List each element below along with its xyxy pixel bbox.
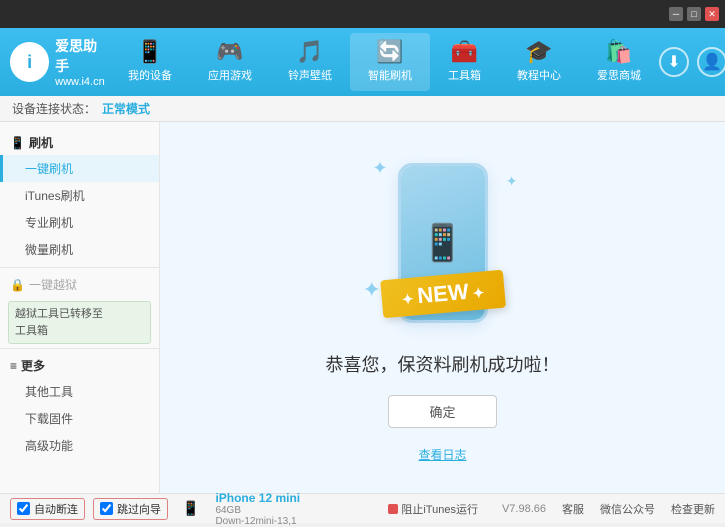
minimize-button[interactable]: ─ — [669, 7, 683, 21]
ringtones-icon: 🎵 — [296, 41, 323, 63]
success-title: 恭喜您，保资料刷机成功啦！ — [326, 351, 560, 377]
window-controls: ─ □ ✕ — [669, 7, 719, 21]
confirm-button[interactable]: 确定 — [388, 395, 496, 428]
sidebar-item-pro-flash[interactable]: 专业刷机 — [0, 209, 159, 236]
version-label: V7.98.66 — [502, 503, 546, 515]
nav-item-toolbox[interactable]: 🧰 工具箱 — [430, 33, 499, 91]
sidebar: 📱 刷机 一键刷机 iTunes刷机 专业刷机 微量刷机 🔒 一键越狱 越狱工具… — [0, 122, 160, 493]
device-os: Down-12mini-13,1 — [215, 516, 300, 527]
nav-item-tutorial[interactable]: 🎓 教程中心 — [499, 33, 579, 91]
maximize-button[interactable]: □ — [687, 7, 701, 21]
wechat-link[interactable]: 微信公众号 — [600, 501, 655, 517]
nav-item-smart-flash[interactable]: 🔄 智能刷机 — [350, 33, 430, 91]
user-button[interactable]: 👤 — [697, 47, 725, 77]
header: i 爱思助手 www.i4.cn 📱 我的设备 🎮 应用游戏 🎵 铃声壁纸 🔄 … — [0, 28, 725, 96]
tutorial-icon: 🎓 — [525, 41, 552, 63]
sidebar-divider-1 — [0, 267, 159, 268]
close-button[interactable]: ✕ — [705, 7, 719, 21]
sidebar-section-flash: 📱 刷机 — [0, 130, 159, 155]
more-icon: ≡ — [10, 359, 17, 373]
status-value: 正常模式 — [102, 100, 150, 117]
smart-flash-label: 智能刷机 — [368, 67, 412, 83]
device-phone-icon: 📱 — [182, 500, 199, 517]
logo-area: i 爱思助手 www.i4.cn — [10, 36, 110, 88]
sparkle-2: ✦ — [506, 173, 518, 190]
sidebar-section-jailbreak: 🔒 一键越狱 — [0, 272, 159, 297]
lock-icon: 🔒 — [10, 278, 25, 292]
bottom-right: 阻止iTunes运行 V7.98.66 客服 微信公众号 检查更新 — [388, 501, 715, 517]
toolbox-label: 工具箱 — [448, 67, 481, 83]
device-info: iPhone 12 mini 64GB Down-12mini-13,1 — [215, 491, 300, 527]
phone-screen-icon: 📱 — [420, 222, 465, 264]
nav-item-ringtones[interactable]: 🎵 铃声壁纸 — [270, 33, 350, 91]
my-device-icon: 📱 — [136, 41, 163, 63]
support-link[interactable]: 客服 — [562, 501, 584, 517]
sparkle-1: ✦ — [373, 158, 388, 179]
skip-wizard-checkbox[interactable] — [100, 502, 113, 515]
phone-illustration: ✦ ✦ ✦ 📱 NEW — [363, 153, 523, 333]
logo-text: 爱思助手 www.i4.cn — [55, 36, 110, 88]
auto-disconnect-label: 自动断连 — [34, 501, 78, 517]
jailbreak-note: 越狱工具已转移至工具箱 — [8, 301, 151, 344]
nav-items: 📱 我的设备 🎮 应用游戏 🎵 铃声壁纸 🔄 智能刷机 🧰 工具箱 🎓 教程中心… — [110, 33, 659, 91]
shop-icon: 🛍️ — [605, 41, 632, 63]
content-area: ✦ ✦ ✦ 📱 NEW 恭喜您，保资料刷机成功啦！ 确定 查看日志 — [160, 122, 725, 493]
tutorial-label: 教程中心 — [517, 67, 561, 83]
logo-icon: i — [10, 42, 49, 82]
flash-section-icon: 📱 — [10, 136, 25, 150]
sidebar-item-data-flash[interactable]: 微量刷机 — [0, 236, 159, 263]
nav-item-apps-games[interactable]: 🎮 应用游戏 — [190, 33, 270, 91]
apps-games-label: 应用游戏 — [208, 67, 252, 83]
itunes-stop-group: 阻止iTunes运行 — [388, 501, 478, 517]
day-link[interactable]: 查看日志 — [418, 446, 466, 463]
toolbox-icon: 🧰 — [451, 41, 478, 63]
sidebar-item-itunes-flash[interactable]: iTunes刷机 — [0, 182, 159, 209]
header-actions: ⬇ 👤 — [659, 47, 725, 77]
sidebar-item-advanced[interactable]: 高级功能 — [0, 432, 159, 459]
sidebar-item-other-tools[interactable]: 其他工具 — [0, 378, 159, 405]
sidebar-divider-2 — [0, 348, 159, 349]
apps-games-icon: 🎮 — [216, 41, 243, 63]
nav-item-shop[interactable]: 🛍️ 爱思商城 — [579, 33, 659, 91]
my-device-label: 我的设备 — [128, 67, 172, 83]
bottom-bar: 自动断连 跳过向导 📱 iPhone 12 mini 64GB Down-12m… — [0, 493, 725, 523]
sparkle-3: ✦ — [363, 277, 381, 303]
skip-wizard-group: 跳过向导 — [93, 498, 168, 520]
smart-flash-icon: 🔄 — [376, 41, 403, 63]
skip-wizard-label: 跳过向导 — [117, 501, 161, 517]
sidebar-item-download-firmware[interactable]: 下载固件 — [0, 405, 159, 432]
title-bar: ─ □ ✕ — [0, 0, 725, 28]
update-link[interactable]: 检查更新 — [671, 501, 715, 517]
shop-label: 爱思商城 — [597, 67, 641, 83]
sidebar-section-more: ≡ 更多 — [0, 353, 159, 378]
main-layout: 📱 刷机 一键刷机 iTunes刷机 专业刷机 微量刷机 🔒 一键越狱 越狱工具… — [0, 122, 725, 493]
status-bar: 设备连接状态： 正常模式 — [0, 96, 725, 122]
ringtones-label: 铃声壁纸 — [288, 67, 332, 83]
stop-icon — [388, 504, 398, 514]
device-storage: 64GB — [215, 505, 300, 516]
nav-item-my-device[interactable]: 📱 我的设备 — [110, 33, 190, 91]
auto-disconnect-checkbox[interactable] — [17, 502, 30, 515]
success-container: ✦ ✦ ✦ 📱 NEW 恭喜您，保资料刷机成功啦！ 确定 查看日志 — [326, 153, 560, 463]
sidebar-item-one-key-flash[interactable]: 一键刷机 — [0, 155, 159, 182]
download-button[interactable]: ⬇ — [659, 47, 689, 77]
auto-disconnect-group: 自动断连 — [10, 498, 85, 520]
